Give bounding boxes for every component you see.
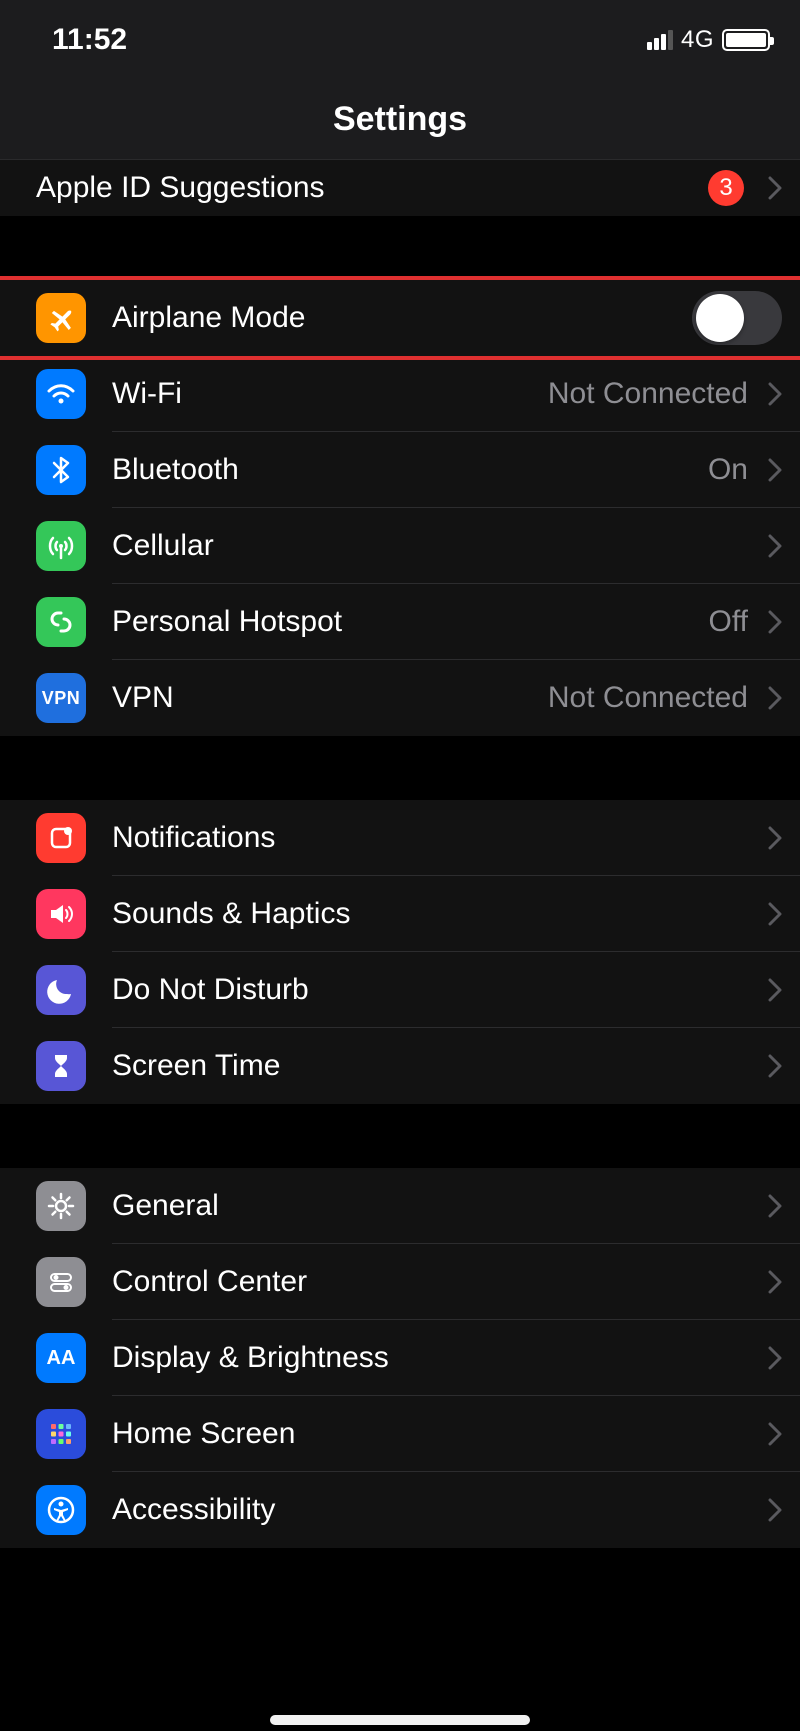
page-title: Settings bbox=[333, 100, 467, 139]
hourglass-icon bbox=[36, 1041, 86, 1091]
group-apple-id: Apple ID Suggestions 3 bbox=[0, 160, 800, 216]
row-label: Wi-Fi bbox=[112, 377, 548, 411]
chevron-right-icon bbox=[768, 1346, 782, 1370]
chevron-right-icon bbox=[768, 978, 782, 1002]
highlight-annotation: Airplane Mode bbox=[0, 276, 800, 360]
badge-count: 3 bbox=[708, 170, 744, 206]
group-notifications: Notifications Sounds & Haptics Do Not Di… bbox=[0, 800, 800, 1104]
row-personal-hotspot[interactable]: Personal Hotspot Off bbox=[0, 584, 800, 660]
row-wifi[interactable]: Wi-Fi Not Connected bbox=[0, 356, 800, 432]
row-airplane-mode[interactable]: Airplane Mode bbox=[0, 280, 800, 356]
chevron-right-icon bbox=[768, 534, 782, 558]
accessibility-icon bbox=[36, 1485, 86, 1535]
row-label: Home Screen bbox=[112, 1417, 758, 1451]
row-label: Sounds & Haptics bbox=[112, 897, 758, 931]
notification-icon bbox=[36, 813, 86, 863]
row-general[interactable]: General bbox=[0, 1168, 800, 1244]
wifi-icon bbox=[36, 369, 86, 419]
row-cellular[interactable]: Cellular bbox=[0, 508, 800, 584]
row-value: On bbox=[708, 453, 748, 487]
row-label: Airplane Mode bbox=[112, 301, 692, 335]
app-grid-icon bbox=[36, 1409, 86, 1459]
row-bluetooth[interactable]: Bluetooth On bbox=[0, 432, 800, 508]
row-label: Do Not Disturb bbox=[112, 973, 758, 1007]
chevron-right-icon bbox=[768, 1270, 782, 1294]
chevron-right-icon bbox=[768, 826, 782, 850]
chevron-right-icon bbox=[768, 902, 782, 926]
group-network: Airplane Mode Wi-Fi Not Connected Blueto… bbox=[0, 276, 800, 736]
status-icons: 4G bbox=[647, 26, 770, 54]
chevron-right-icon bbox=[768, 176, 782, 200]
row-accessibility[interactable]: Accessibility bbox=[0, 1472, 800, 1548]
row-screen-time[interactable]: Screen Time bbox=[0, 1028, 800, 1104]
row-apple-id-suggestions[interactable]: Apple ID Suggestions 3 bbox=[0, 160, 800, 216]
airplane-mode-toggle[interactable] bbox=[692, 291, 782, 345]
speaker-icon bbox=[36, 889, 86, 939]
status-bar: 11:52 4G bbox=[0, 0, 800, 80]
row-label: Notifications bbox=[112, 821, 758, 855]
chevron-right-icon bbox=[768, 1194, 782, 1218]
group-general: General Control Center AA Display & Brig… bbox=[0, 1168, 800, 1548]
group-spacer bbox=[0, 216, 800, 280]
row-vpn[interactable]: VPN VPN Not Connected bbox=[0, 660, 800, 736]
row-label: Personal Hotspot bbox=[112, 605, 709, 639]
link-icon bbox=[36, 597, 86, 647]
row-label: Accessibility bbox=[112, 1493, 758, 1527]
row-do-not-disturb[interactable]: Do Not Disturb bbox=[0, 952, 800, 1028]
home-indicator[interactable] bbox=[270, 1715, 530, 1725]
clock: 11:52 bbox=[52, 23, 127, 57]
chevron-right-icon bbox=[768, 610, 782, 634]
row-label: Display & Brightness bbox=[112, 1341, 758, 1375]
gear-icon bbox=[36, 1181, 86, 1231]
airplane-icon bbox=[36, 293, 86, 343]
row-display-brightness[interactable]: AA Display & Brightness bbox=[0, 1320, 800, 1396]
chevron-right-icon bbox=[768, 1054, 782, 1078]
chevron-right-icon bbox=[768, 1422, 782, 1446]
row-label: Control Center bbox=[112, 1265, 758, 1299]
antenna-icon bbox=[36, 521, 86, 571]
chevron-right-icon bbox=[768, 382, 782, 406]
cellular-signal-icon bbox=[647, 30, 673, 50]
row-home-screen[interactable]: Home Screen bbox=[0, 1396, 800, 1472]
row-label: Apple ID Suggestions bbox=[36, 171, 708, 205]
switches-icon bbox=[36, 1257, 86, 1307]
group-spacer bbox=[0, 1104, 800, 1168]
nav-header: Settings bbox=[0, 80, 800, 160]
battery-icon bbox=[722, 29, 770, 51]
row-label: Bluetooth bbox=[112, 453, 708, 487]
moon-icon bbox=[36, 965, 86, 1015]
text-size-icon: AA bbox=[36, 1333, 86, 1383]
vpn-icon: VPN bbox=[36, 673, 86, 723]
row-label: General bbox=[112, 1189, 758, 1223]
network-type: 4G bbox=[681, 26, 714, 54]
row-label: VPN bbox=[112, 681, 548, 715]
row-value: Not Connected bbox=[548, 377, 748, 411]
row-label: Screen Time bbox=[112, 1049, 758, 1083]
row-value: Off bbox=[709, 605, 748, 639]
chevron-right-icon bbox=[768, 686, 782, 710]
chevron-right-icon bbox=[768, 1498, 782, 1522]
row-control-center[interactable]: Control Center bbox=[0, 1244, 800, 1320]
group-spacer bbox=[0, 736, 800, 800]
row-notifications[interactable]: Notifications bbox=[0, 800, 800, 876]
bluetooth-icon bbox=[36, 445, 86, 495]
row-value: Not Connected bbox=[548, 681, 748, 715]
row-label: Cellular bbox=[112, 529, 758, 563]
chevron-right-icon bbox=[768, 458, 782, 482]
row-sounds-haptics[interactable]: Sounds & Haptics bbox=[0, 876, 800, 952]
